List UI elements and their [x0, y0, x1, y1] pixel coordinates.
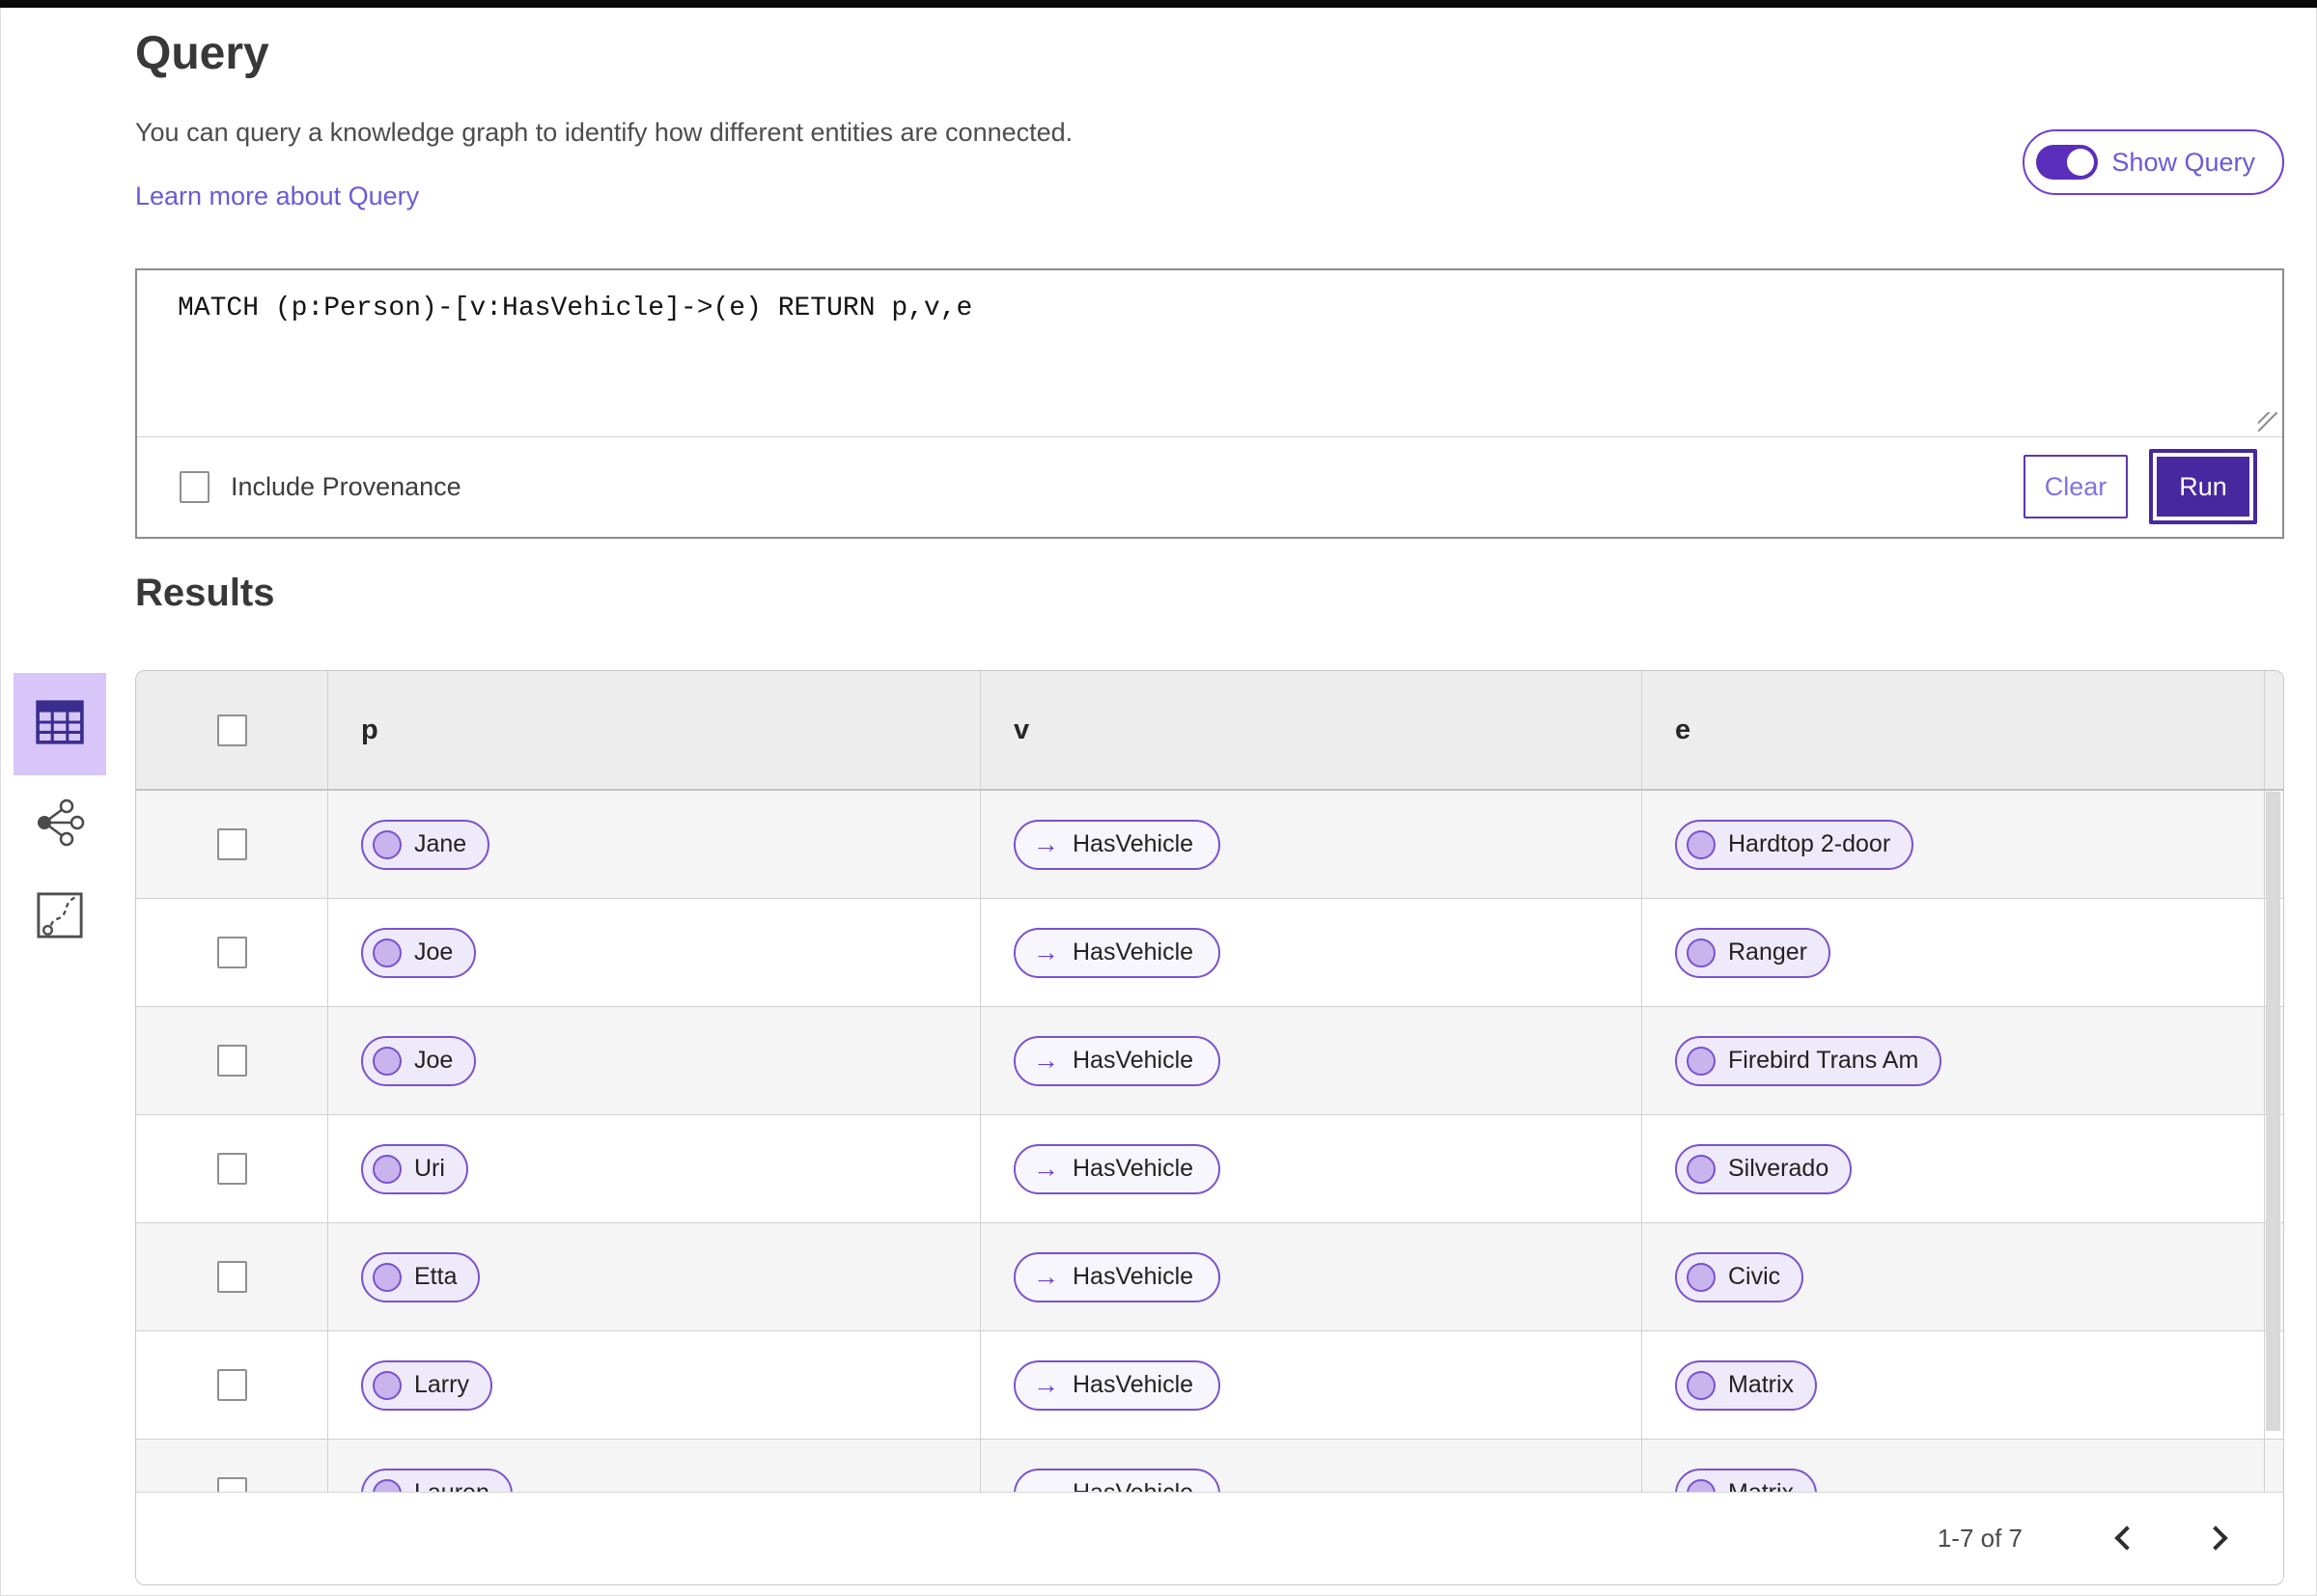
results-view-switcher — [14, 673, 106, 961]
query-panel: MATCH (p:Person)-[v:HasVehicle]->(e) RET… — [135, 268, 2284, 539]
node-circle-icon — [1687, 1154, 1716, 1184]
path-icon — [36, 891, 84, 944]
column-header-v[interactable]: v — [980, 671, 1641, 789]
row-checkbox[interactable] — [216, 1153, 247, 1185]
show-query-toggle[interactable]: Show Query — [2023, 129, 2284, 195]
share-nodes-icon — [35, 798, 85, 853]
page-title: Query — [135, 28, 269, 79]
node-pill[interactable]: Matrix — [1675, 1359, 1818, 1411]
node-pill[interactable]: Larry — [361, 1359, 492, 1411]
clear-button[interactable]: Clear — [2024, 455, 2128, 518]
node-pill[interactable]: Lauren — [361, 1468, 513, 1492]
chevron-left-icon — [2114, 1526, 2139, 1551]
table-row: Lauren →HasVehicle Matrix — [136, 1440, 2283, 1492]
table-row: Uri → HasVehicle Silverado — [136, 1115, 2283, 1223]
node-circle-icon — [1687, 1046, 1716, 1076]
query-input[interactable]: MATCH (p:Person)-[v:HasVehicle]->(e) RET… — [137, 270, 2282, 436]
arrow-right-icon: → — [1033, 1046, 1059, 1075]
arrow-right-icon: → — [1033, 938, 1059, 966]
show-query-toggle-label: Show Query — [2111, 147, 2255, 177]
table-row: Joe → HasVehicle Firebird Trans Am — [136, 1007, 2283, 1115]
node-circle-icon — [373, 1478, 402, 1492]
edge-pill[interactable]: →HasVehicle — [1014, 1251, 1221, 1302]
pagination-next-button[interactable] — [2194, 1517, 2237, 1559]
arrow-right-icon: → — [1033, 1480, 1059, 1493]
node-circle-icon — [373, 1262, 402, 1292]
pagination-bar: 1-7 of 7 — [136, 1492, 2283, 1583]
include-provenance-label: Include Provenance — [231, 471, 461, 501]
node-pill[interactable]: Silverado — [1675, 1143, 1853, 1194]
node-pill[interactable]: Joe — [361, 1035, 477, 1086]
row-checkbox[interactable] — [216, 1045, 247, 1077]
pagination-prev-button[interactable] — [2106, 1517, 2148, 1559]
table-row: Larry → HasVehicle Matrix — [136, 1331, 2283, 1440]
query-text: MATCH (p:Person)-[v:HasVehicle]->(e) RET… — [178, 294, 973, 323]
path-view-button[interactable] — [14, 874, 106, 961]
arrow-right-icon: → — [1033, 1370, 1059, 1399]
row-checkbox[interactable] — [216, 1477, 247, 1492]
include-provenance-checkbox[interactable] — [180, 470, 209, 503]
node-pill[interactable]: Hardtop 2-door — [1675, 819, 1914, 870]
edge-pill[interactable]: →HasVehicle — [1014, 1359, 1221, 1411]
top-black-bar — [0, 0, 2317, 8]
node-circle-icon — [1687, 1262, 1716, 1292]
table-row: Etta → HasVehicle Civic — [136, 1223, 2283, 1331]
toggle-knob — [2067, 149, 2095, 176]
table-scrollbar[interactable] — [2266, 792, 2280, 1431]
results-table-header: p v e — [136, 671, 2283, 791]
select-all-checkbox[interactable] — [216, 714, 247, 746]
node-circle-icon — [1687, 1370, 1716, 1400]
row-checkbox[interactable] — [216, 937, 247, 968]
edge-pill[interactable]: →HasVehicle — [1014, 927, 1221, 978]
results-table-card: p v e Jane → HasVehicle Hardtop 2-door Jo… — [135, 670, 2284, 1585]
row-checkbox[interactable] — [216, 1261, 247, 1293]
node-circle-icon — [1687, 1478, 1716, 1492]
node-pill[interactable]: Uri — [361, 1143, 468, 1194]
graph-view-button[interactable] — [14, 781, 106, 868]
edge-pill[interactable]: →HasVehicle — [1014, 1035, 1221, 1086]
table-row: Jane → HasVehicle Hardtop 2-door — [136, 791, 2283, 899]
edge-pill[interactable]: →HasVehicle — [1014, 819, 1221, 870]
edge-pill[interactable]: →HasVehicle — [1014, 1143, 1221, 1194]
edge-pill[interactable]: →HasVehicle — [1014, 1468, 1221, 1493]
node-pill[interactable]: Jane — [361, 819, 490, 870]
pagination-label: 1-7 of 7 — [1937, 1523, 2023, 1553]
node-circle-icon — [373, 1046, 402, 1076]
run-button[interactable]: Run — [2149, 449, 2257, 524]
toggle-switch-icon[interactable] — [2036, 145, 2099, 180]
column-header-p[interactable]: p — [327, 671, 980, 789]
query-footer: Include Provenance Clear Run — [137, 436, 2282, 536]
node-pill[interactable]: Joe — [361, 927, 477, 978]
node-circle-icon — [1687, 829, 1716, 859]
page-description: You can query a knowledge graph to ident… — [135, 118, 1074, 147]
node-circle-icon — [373, 938, 402, 967]
node-pill[interactable]: Ranger — [1675, 927, 1830, 978]
node-circle-icon — [373, 1370, 402, 1400]
resize-handle-icon[interactable] — [2258, 412, 2277, 432]
table-icon — [35, 699, 85, 750]
node-pill[interactable]: Firebird Trans Am — [1675, 1035, 1942, 1086]
arrow-right-icon: → — [1033, 829, 1059, 858]
node-pill[interactable]: Civic — [1675, 1251, 1804, 1302]
row-checkbox[interactable] — [216, 1369, 247, 1401]
results-heading: Results — [135, 572, 275, 614]
node-circle-icon — [373, 829, 402, 859]
arrow-right-icon: → — [1033, 1154, 1059, 1183]
node-circle-icon — [373, 1154, 402, 1184]
node-pill[interactable]: Matrix — [1675, 1468, 1818, 1492]
node-pill[interactable]: Etta — [361, 1251, 481, 1302]
table-view-button[interactable] — [14, 673, 106, 775]
node-circle-icon — [1687, 938, 1716, 967]
row-checkbox[interactable] — [216, 828, 247, 860]
results-table-body: Jane → HasVehicle Hardtop 2-door Joe → Has… — [136, 791, 2283, 1492]
table-row: Joe → HasVehicle Ranger — [136, 899, 2283, 1007]
arrow-right-icon: → — [1033, 1262, 1059, 1291]
learn-more-link[interactable]: Learn more about Query — [135, 182, 419, 211]
chevron-right-icon — [2203, 1526, 2228, 1551]
column-header-e[interactable]: e — [1641, 671, 2264, 789]
